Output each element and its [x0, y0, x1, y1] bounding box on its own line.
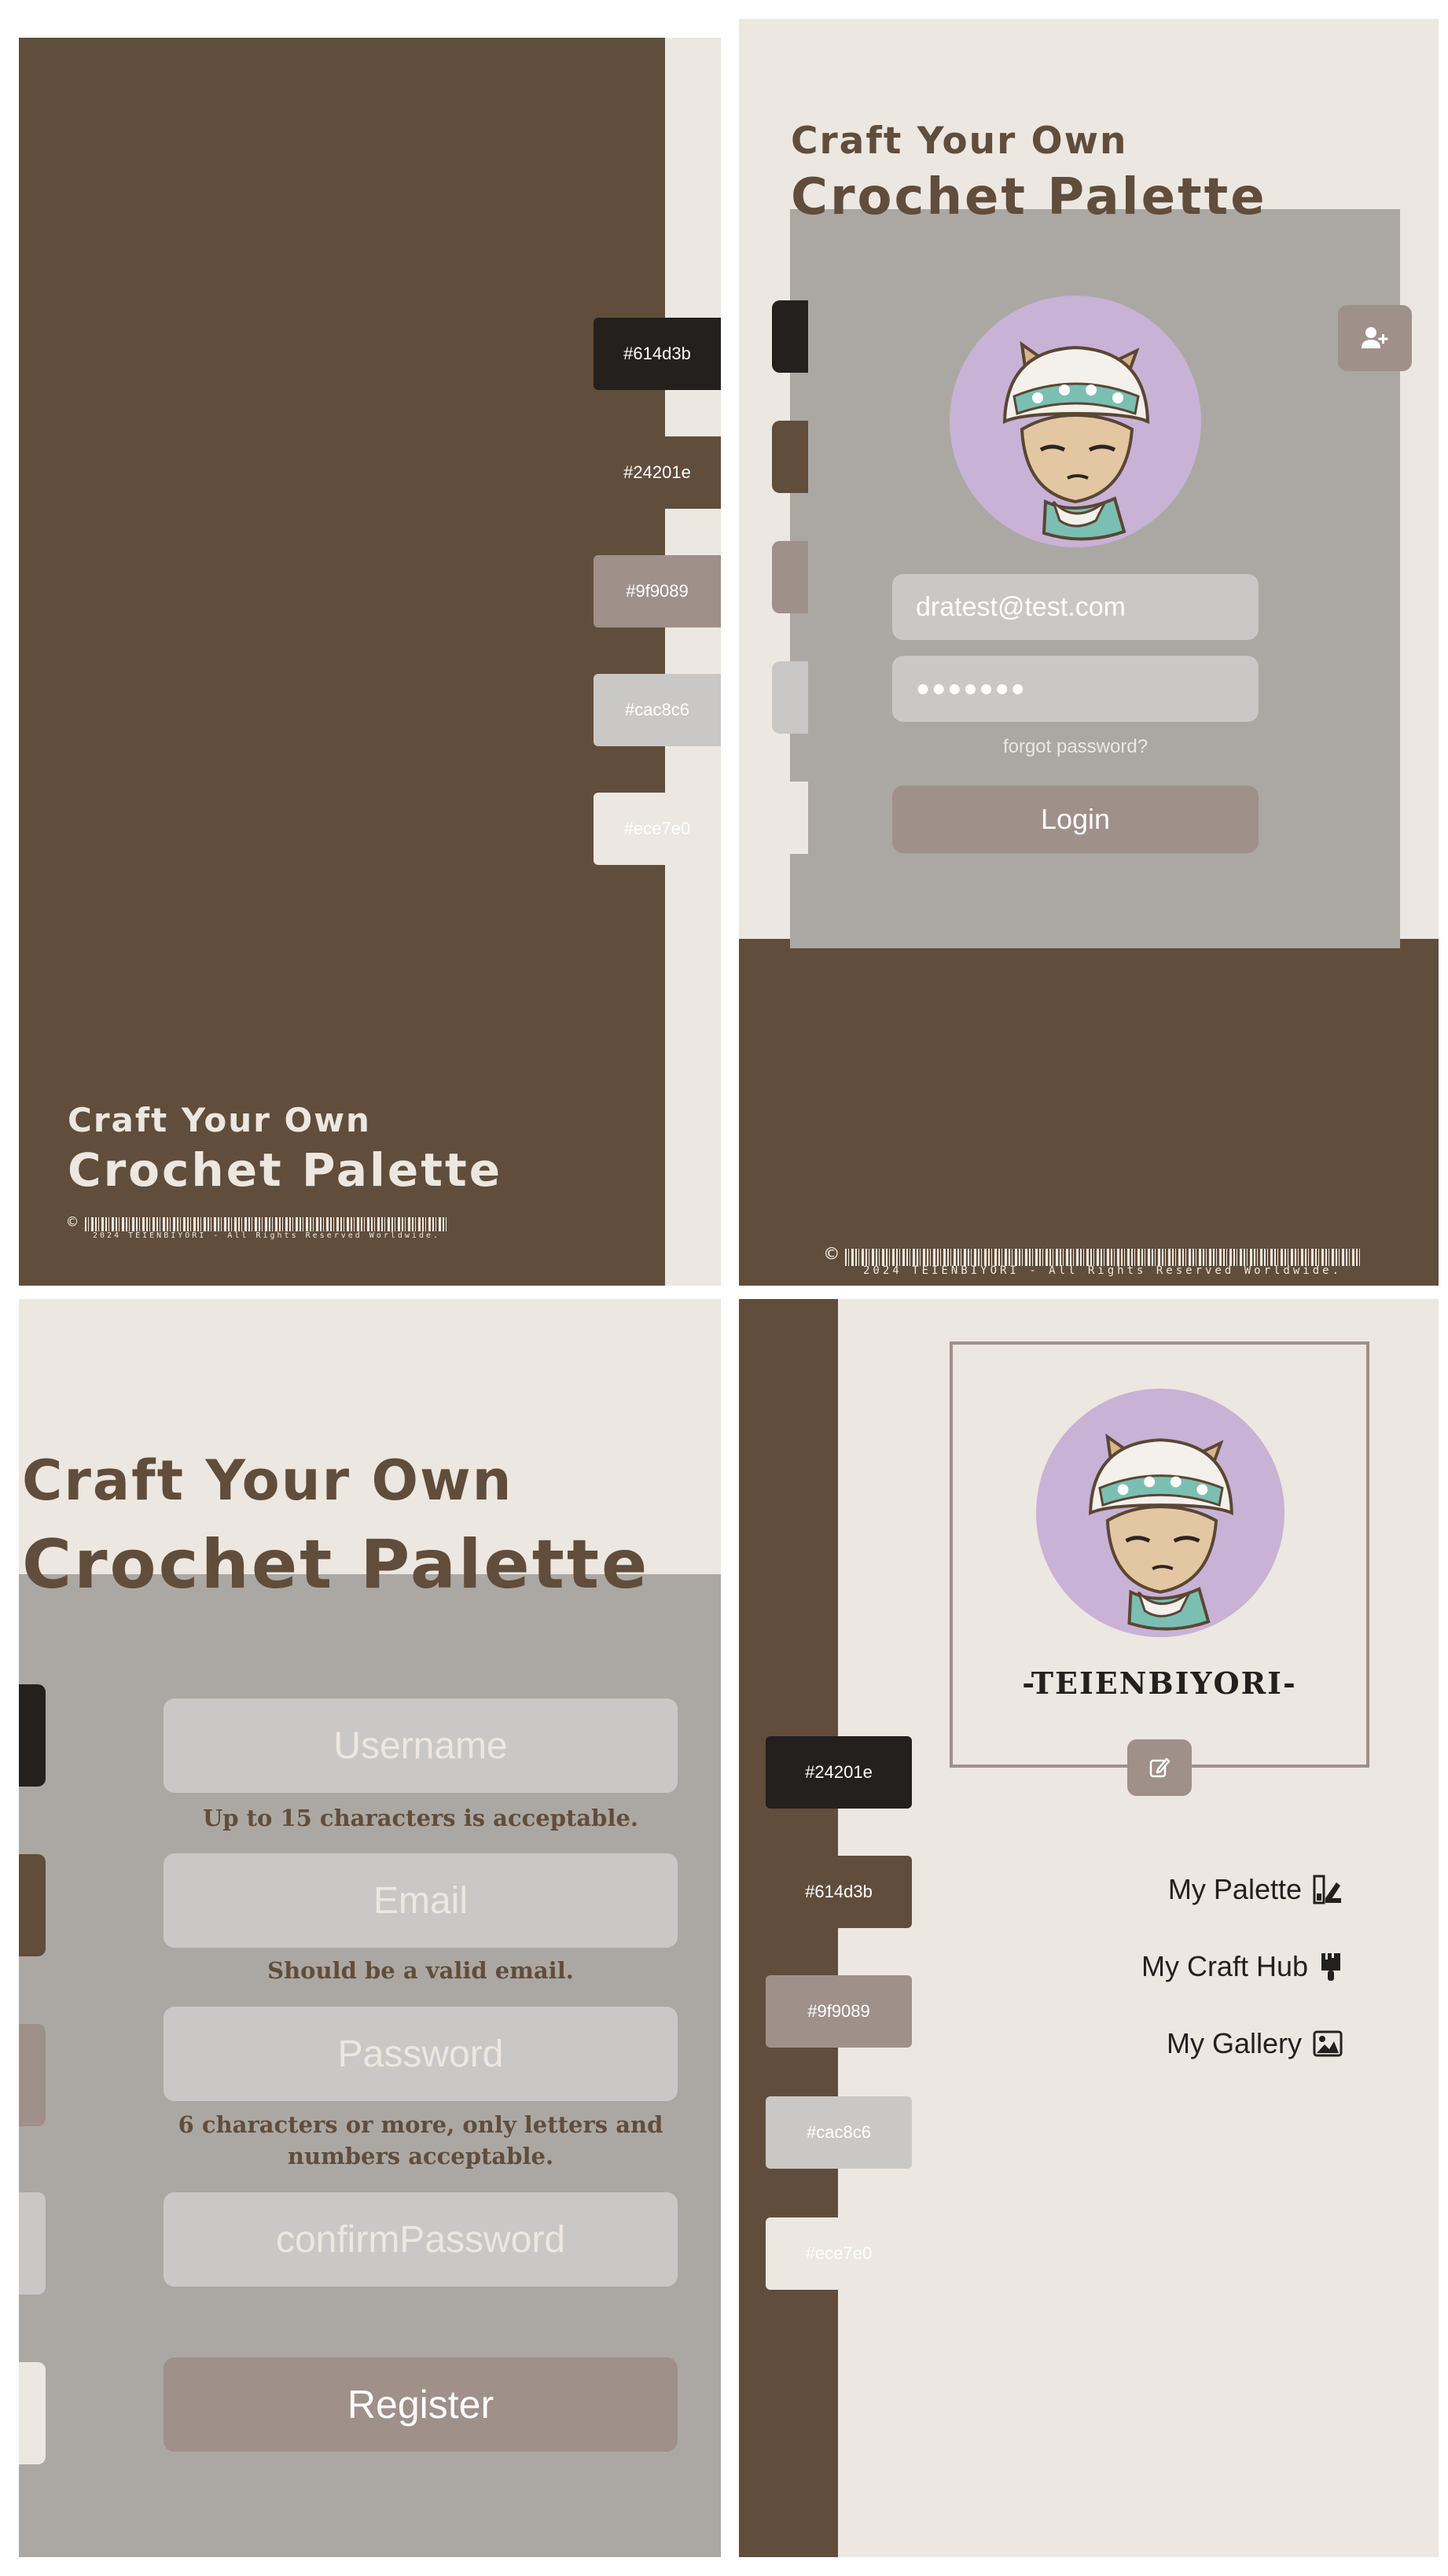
image-icon — [1313, 2030, 1343, 2057]
avatar — [950, 296, 1201, 547]
edit-profile-button[interactable] — [1127, 1739, 1192, 1796]
brush-icon — [1321, 1953, 1340, 1981]
profile-username: -TEIENBIYORI- — [1022, 1665, 1297, 1701]
avatar — [1036, 1389, 1284, 1637]
brand-title-line2: Crochet Palette — [791, 168, 1267, 226]
username-input[interactable]: Username — [164, 1698, 678, 1793]
copyright: © — [825, 1242, 1362, 1266]
brand-title-line1: Craft Your Own — [22, 1448, 513, 1513]
copyright-barcode — [84, 1216, 447, 1231]
email-input[interactable]: Email — [164, 1853, 678, 1948]
forgot-password-link[interactable]: forgot password? — [892, 736, 1259, 758]
add-user-button[interactable] — [1338, 305, 1412, 371]
color-tab-4[interactable] — [19, 2192, 46, 2294]
profile-swatch-5[interactable]: #ece7e0 — [766, 2217, 912, 2290]
copyright-symbol: © — [68, 1213, 78, 1231]
profile-menu: My Palette My Craft Hub My Gallery — [1038, 1873, 1343, 2093]
color-tab-2[interactable] — [772, 421, 808, 493]
splash-cream-strip — [665, 38, 721, 1286]
brand-title-line1: Craft Your Own — [791, 120, 1128, 163]
password-hint: 6 characters or more, only letters and n… — [178, 2111, 663, 2169]
brand-title-line1: Craft Your Own — [68, 1101, 371, 1139]
edit-icon — [1149, 1757, 1171, 1778]
email-hint: Should be a valid email. — [267, 1957, 574, 1984]
user-plus-icon — [1362, 327, 1388, 348]
register-button[interactable]: Register — [164, 2357, 678, 2452]
copyright-symbol: © — [825, 1242, 838, 1266]
menu-my-gallery[interactable]: My Gallery — [1167, 2027, 1343, 2060]
login-button[interactable]: Login — [892, 786, 1259, 853]
copyright-text: 2024 TEIENBIYORI - All Rights Reserved W… — [93, 1231, 441, 1240]
swatch-4[interactable]: #cac8c6 — [594, 674, 721, 746]
color-tab-5[interactable] — [19, 2362, 46, 2464]
login-brown-footer — [739, 939, 1439, 1286]
swatch-5[interactable]: #ece7e0 — [594, 793, 721, 865]
profile-sidebar — [739, 1299, 838, 2557]
splash-screen: #614d3b #24201e #9f9089 #cac8c6 #ece7e0 … — [19, 38, 721, 1286]
copyright: © — [68, 1213, 447, 1231]
color-tab-1[interactable] — [772, 300, 808, 373]
menu-label: My Palette — [1167, 1873, 1302, 1905]
color-tab-4[interactable] — [772, 661, 808, 734]
menu-label: My Gallery — [1166, 2027, 1302, 2059]
copyright-text: 2024 TEIENBIYORI - All Rights Reserved W… — [863, 1264, 1343, 1277]
profile-swatch-2[interactable]: #614d3b — [766, 1856, 912, 1928]
splash-brown-background — [19, 38, 665, 1286]
palette-icon — [1313, 1875, 1341, 1904]
profile-swatch-3[interactable]: #9f9089 — [766, 1975, 912, 2048]
username-hint: Up to 15 characters is acceptable. — [202, 1805, 639, 1831]
copyright-barcode — [845, 1248, 1362, 1266]
email-field[interactable]: dratest@test.com — [892, 574, 1259, 640]
color-tab-1[interactable] — [19, 1684, 46, 1787]
password-field[interactable]: ●●●●●●● — [892, 656, 1259, 722]
profile-swatch-4[interactable]: #cac8c6 — [766, 2096, 912, 2169]
menu-my-craft-hub[interactable]: My Craft Hub — [1141, 1950, 1343, 1983]
color-tab-3[interactable] — [772, 541, 808, 613]
login-screen: Craft Your Own Crochet Palette dratest@t… — [739, 19, 1439, 1286]
color-tab-5[interactable] — [772, 782, 808, 854]
password-input[interactable]: Password — [164, 2007, 678, 2101]
brand-title-line2: Crochet Palette — [22, 1525, 650, 1604]
color-tab-2[interactable] — [19, 1854, 46, 1956]
brand-title-line2: Crochet Palette — [68, 1143, 503, 1197]
swatch-3[interactable]: #9f9089 — [594, 555, 721, 627]
menu-my-palette[interactable]: My Palette — [1168, 1873, 1343, 1906]
color-tab-3[interactable] — [19, 2024, 46, 2126]
profile-swatch-1[interactable]: #24201e — [766, 1736, 912, 1809]
confirm-password-input[interactable]: confirmPassword — [164, 2192, 678, 2287]
register-screen: Craft Your Own Crochet Palette Username … — [19, 1299, 721, 2557]
profile-screen: -TEIENBIYORI- #24201e #614d3b #9f9089 #c… — [739, 1299, 1439, 2557]
swatch-2[interactable]: #24201e — [594, 436, 721, 509]
menu-label: My Craft Hub — [1141, 1950, 1308, 1982]
swatch-1[interactable]: #614d3b — [594, 318, 721, 390]
